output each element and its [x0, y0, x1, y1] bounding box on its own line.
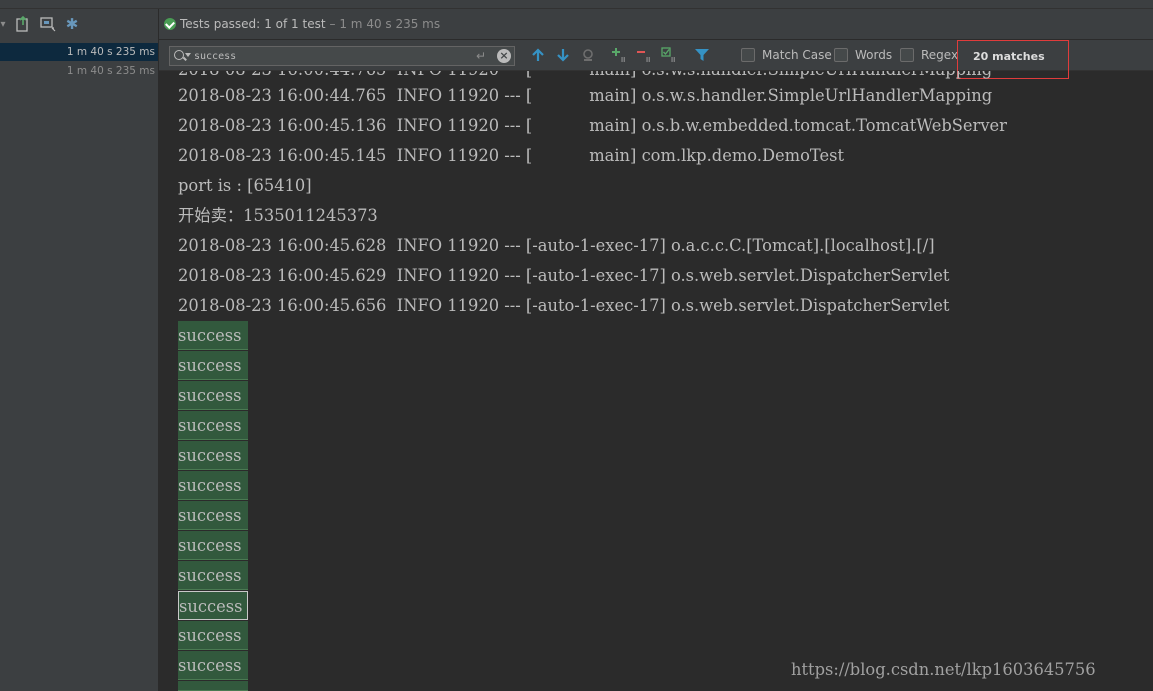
tree-row-root[interactable]: 1 m 40 s 235 ms — [0, 43, 158, 61]
console-line: 2018-08-23 16:00:45.656 INFO 11920 --- [… — [178, 296, 950, 315]
select-all-occurrences-icon[interactable]: II — [661, 46, 679, 64]
search-match: success — [178, 651, 248, 680]
export-icon[interactable] — [14, 15, 32, 33]
import-config-icon[interactable] — [39, 15, 57, 33]
status-label: Tests passed: — [180, 17, 261, 31]
console-line: 2018-08-23 16:00:45.628 INFO 11920 --- [… — [178, 236, 935, 255]
console-line: 2018-08-23 16:00:45.145 INFO 11920 --- [… — [178, 146, 845, 165]
remove-occurrence-icon[interactable]: II — [636, 46, 654, 64]
console-line: 2018-08-23 16:00:45.629 INFO 11920 --- [… — [178, 266, 950, 285]
search-history-arrow-icon[interactable] — [185, 53, 191, 57]
match-case-checkbox[interactable] — [741, 48, 755, 62]
status-duration: – 1 m 40 s 235 ms — [329, 17, 441, 31]
regex-label: Regex — [921, 48, 959, 62]
search-match: success — [178, 411, 248, 440]
search-match: success — [178, 531, 248, 560]
filter-icon[interactable] — [693, 46, 711, 64]
search-match-partial — [178, 681, 248, 691]
svg-text:II: II — [621, 56, 625, 63]
svg-text:II: II — [646, 56, 650, 63]
svg-text:II: II — [671, 56, 675, 63]
test-tree-panel: ▾ ✱ 1 m 40 s 235 ms 1 m 40 s 235 ms — [0, 9, 159, 691]
match-case-option[interactable]: Match Case — [741, 48, 832, 62]
console-line: 2018-08-23 16:00:44.765 INFO 11920 --- [… — [178, 86, 993, 105]
search-match: success — [178, 381, 248, 410]
search-icon[interactable] — [174, 50, 184, 60]
console-output[interactable]: 2018-08-23 16:00:44.765 INFO 11920 --- [… — [159, 71, 1153, 691]
tree-row-duration: 1 m 40 s 235 ms — [66, 65, 155, 77]
find-bar: ↵ × II II II Match Case Words Regex 20 m… — [159, 40, 1153, 79]
words-label: Words — [855, 48, 893, 62]
clear-icon[interactable]: × — [497, 49, 511, 63]
search-match: success — [178, 621, 248, 650]
collapse-arrow-icon[interactable]: ▾ — [0, 15, 12, 33]
tree-row-duration: 1 m 40 s 235 ms — [66, 46, 155, 58]
match-case-label: Match Case — [762, 48, 832, 62]
test-tree-toolbar: ▾ ✱ — [0, 9, 158, 39]
enter-icon[interactable]: ↵ — [476, 49, 486, 63]
search-match: success — [178, 561, 248, 590]
search-match: success — [178, 501, 248, 530]
add-occurrence-icon[interactable]: II — [611, 46, 629, 64]
pass-check-icon — [164, 18, 176, 30]
words-checkbox[interactable] — [834, 48, 848, 62]
search-match: success — [178, 351, 248, 380]
tree-row-test[interactable]: 1 m 40 s 235 ms — [0, 62, 158, 80]
settings-icon[interactable]: ✱ — [63, 15, 81, 33]
regex-checkbox[interactable] — [900, 48, 914, 62]
watermark: https://blog.csdn.net/lkp1603645756 — [791, 660, 1096, 679]
search-box[interactable]: ↵ × — [169, 46, 515, 66]
arrow-up-icon[interactable] — [529, 46, 547, 64]
search-input[interactable] — [194, 48, 464, 64]
search-match: success — [178, 321, 248, 350]
status-count: 1 of 1 test — [264, 17, 326, 31]
search-match: success — [178, 441, 248, 470]
arrow-down-icon[interactable] — [554, 46, 572, 64]
title-strip — [0, 0, 1153, 9]
console-line: 2018-08-23 16:00:45.136 INFO 11920 --- [… — [178, 116, 1007, 135]
find-usages-icon[interactable] — [579, 46, 597, 64]
console-line: 开始卖：1535011245373 — [178, 206, 378, 225]
test-status-bar: Tests passed: 1 of 1 test – 1 m 40 s 235… — [159, 9, 1153, 39]
console-line: port is : [65410] — [178, 176, 312, 195]
regex-option[interactable]: Regex — [900, 48, 958, 62]
current-search-match: success — [178, 591, 248, 620]
words-option[interactable]: Words — [834, 48, 892, 62]
search-match: success — [178, 471, 248, 500]
